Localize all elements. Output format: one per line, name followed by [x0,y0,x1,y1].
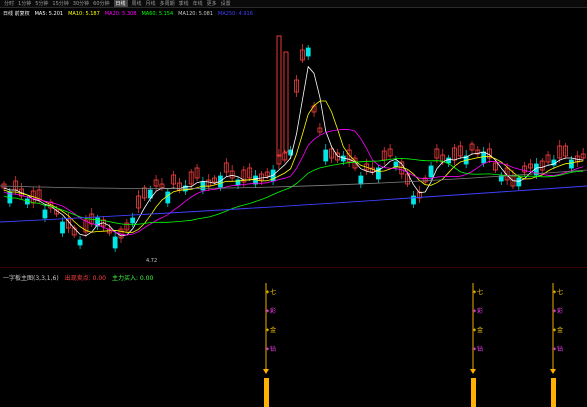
signal-label: ✶七 [472,289,484,296]
ma250-line [0,185,587,223]
candle [77,239,83,246]
candle [569,159,574,169]
signal-bar [264,378,269,407]
signal-arrow [550,369,556,374]
signal-label: ✶钻 [552,346,564,353]
panel-divider [0,267,587,268]
indicator-value-a: 出现卖点: 0.00 [64,275,106,282]
signal-bar [471,378,476,407]
candle [112,236,118,249]
candle [60,221,65,234]
candle [165,191,171,204]
candle [428,165,434,178]
candle [358,175,364,185]
signal-bar [551,378,556,407]
candle [446,157,452,164]
candle [130,217,136,224]
candle [481,151,487,164]
candle [305,47,311,57]
candle [276,35,282,157]
signal-label: ✶七 [265,289,277,296]
candle [283,51,289,153]
candlestick-chart[interactable]: 4.72 [0,0,587,270]
signal-label: ✶钻 [265,346,277,353]
ma5-line [3,65,584,237]
indicator-value-b: 主力买入: 0.00 [111,275,154,282]
ma10-line [3,100,584,233]
signal-label: ✶彩 [472,308,484,315]
signal-label: ✶金 [472,327,484,334]
candle [411,195,416,205]
candle [323,149,329,162]
candle [498,175,504,182]
signal-arrow [470,369,476,374]
signal-label: ✶彩 [552,308,564,315]
candle [42,209,48,219]
signal-arrow [263,369,269,374]
indicator-name: 一字板主图(3,3,1,6) [3,275,59,282]
indicator-legend: 一字板主图(3,3,1,6) 出现卖点: 0.00 主力买入: 0.00 [3,273,153,282]
ma60-line [3,158,584,226]
signal-label: ✶金 [265,327,277,334]
signal-label: ✶金 [552,327,564,334]
low-price-label: 4.72 [146,258,157,264]
signal-label: ✶彩 [265,308,277,315]
candle [516,177,522,187]
candle [393,161,399,168]
signal-label: ✶七 [552,289,564,296]
signal-label: ✶钻 [472,346,484,353]
